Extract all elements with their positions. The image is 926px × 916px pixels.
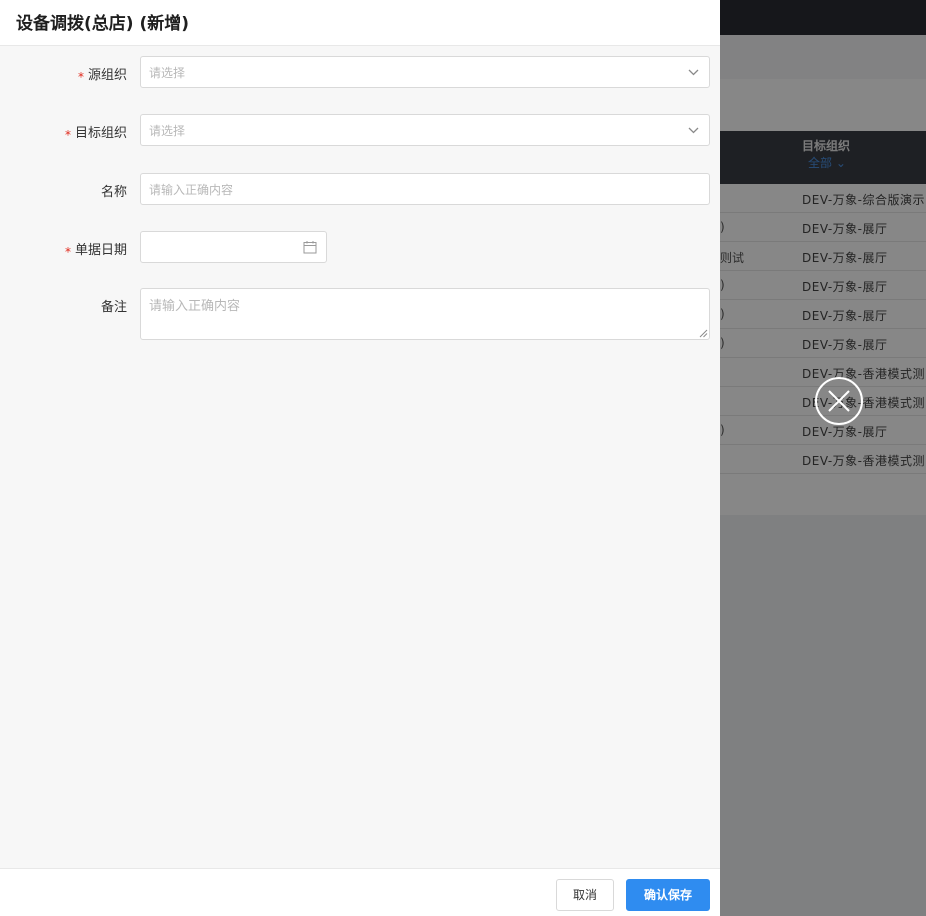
remark-label: 备注 — [100, 300, 127, 315]
cancel-button[interactable]: 取消 — [556, 879, 614, 911]
name-label: 名称 — [100, 185, 127, 200]
source-org-select[interactable]: 请选择 — [140, 56, 710, 88]
target-org-label-text: 目标组织 — [74, 126, 127, 141]
drawer-header: 设备调拨(总店) (新增) — [0, 0, 720, 46]
remark-placeholder: 请输入正确内容 — [149, 299, 241, 314]
source-org-label: * 源组织 — [77, 64, 127, 84]
source-org-placeholder: 请选择 — [149, 66, 186, 80]
confirm-save-button[interactable]: 确认保存 — [626, 879, 710, 911]
target-org-label: * 目标组织 — [64, 122, 127, 142]
target-org-placeholder: 请选择 — [149, 124, 186, 138]
drawer-footer: 取消 确认保存 — [0, 868, 720, 916]
chevron-down-icon — [688, 69, 699, 76]
doc-date-label-text: 单据日期 — [74, 243, 127, 258]
doc-date-picker[interactable] — [140, 231, 327, 263]
name-placeholder: 请输入正确内容 — [149, 183, 234, 197]
required-mark: * — [64, 128, 71, 142]
close-drawer-button[interactable] — [815, 377, 863, 425]
required-mark: * — [64, 245, 71, 259]
chevron-down-icon — [688, 127, 699, 134]
target-org-select[interactable]: 请选择 — [140, 114, 710, 146]
required-mark: * — [77, 70, 84, 84]
drawer-panel: 设备调拨(总店) (新增) * 源组织 请选择 * 目标组织 请选择 名称 请输入正… — [0, 0, 720, 916]
drawer-title: 设备调拨(总店) (新增) — [16, 14, 189, 34]
source-org-label-text: 源组织 — [87, 68, 127, 83]
close-icon — [828, 390, 850, 412]
resize-grip-icon[interactable] — [699, 329, 708, 338]
doc-date-label: * 单据日期 — [64, 239, 127, 259]
remark-textarea[interactable]: 请输入正确内容 — [140, 288, 710, 340]
name-input[interactable]: 请输入正确内容 — [140, 173, 710, 205]
calendar-icon — [303, 241, 317, 254]
